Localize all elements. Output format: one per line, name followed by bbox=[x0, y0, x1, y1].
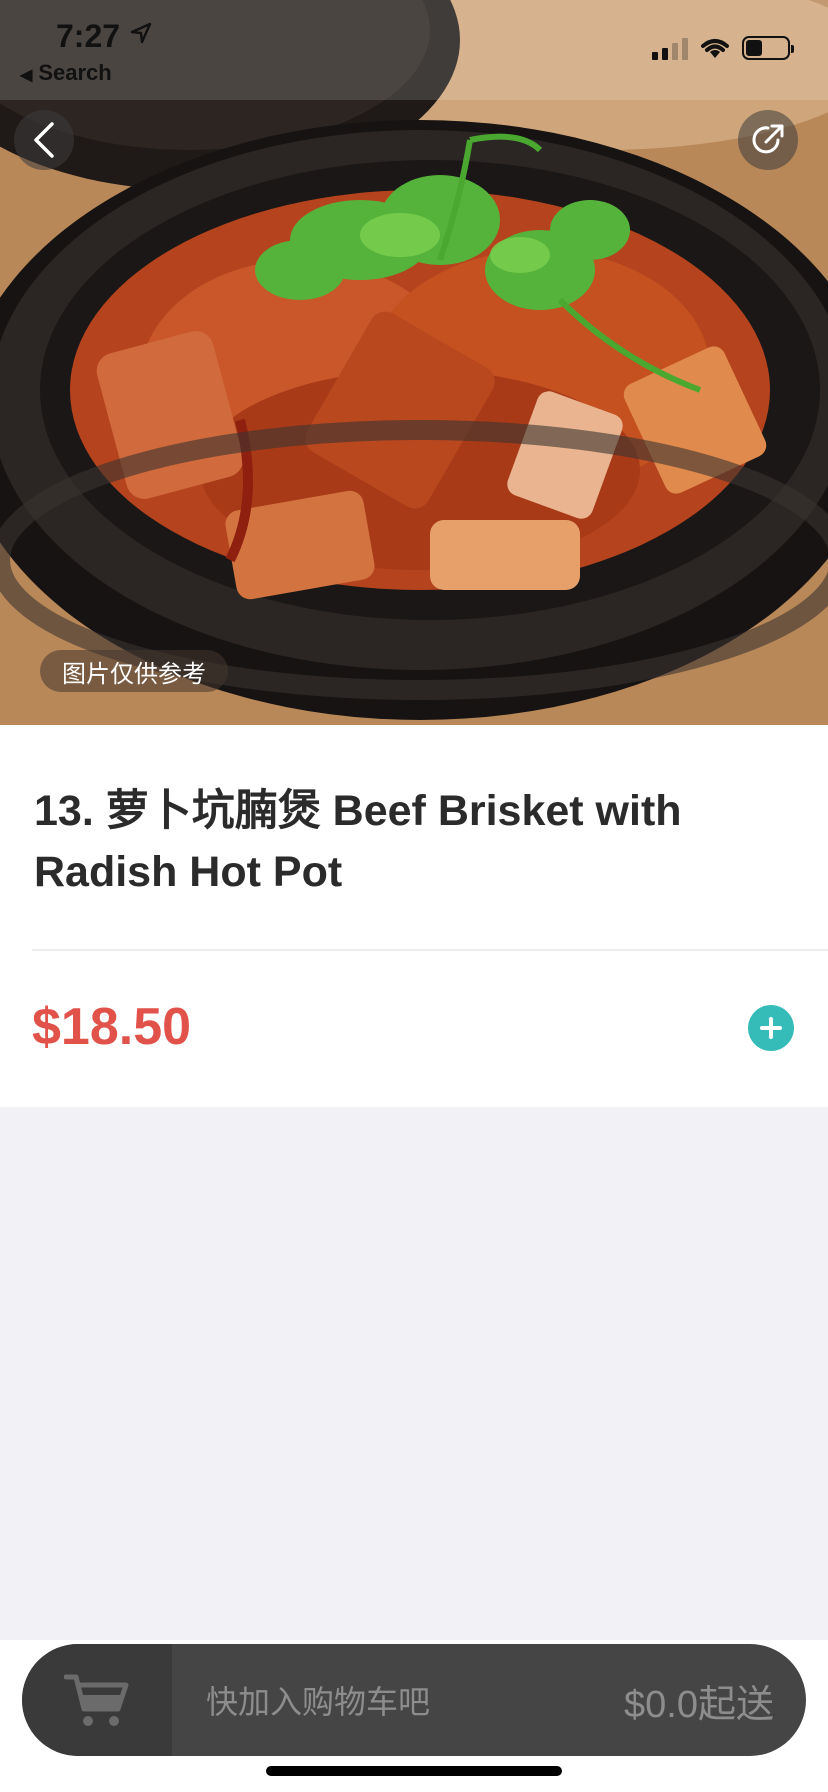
back-triangle-icon: ◀ bbox=[20, 67, 33, 84]
cellular-signal-icon bbox=[652, 38, 688, 60]
dish-illustration bbox=[0, 0, 828, 725]
back-app-label: Search bbox=[38, 60, 112, 85]
cart-bar[interactable]: 快加入购物车吧 $0.0起送 bbox=[22, 1644, 806, 1756]
cart-hint-text: 快加入购物车吧 bbox=[206, 1684, 431, 1720]
cart-minimum-order: $0.0起送 bbox=[624, 1683, 774, 1726]
chevron-left-icon bbox=[34, 122, 54, 158]
add-to-cart-button[interactable] bbox=[748, 1005, 794, 1051]
status-bar: 7:27 ◀ Search bbox=[0, 0, 828, 100]
item-title: 13. 萝卜坑腩煲 Beef Brisket with Radish Hot P… bbox=[34, 787, 682, 896]
cart-icon bbox=[64, 1674, 129, 1726]
back-to-app-link[interactable]: ◀ Search bbox=[20, 60, 112, 86]
battery-icon bbox=[742, 36, 794, 60]
dish-photo: 图片仅供参考 bbox=[0, 0, 828, 725]
location-arrow-icon bbox=[130, 22, 152, 44]
image-disclaimer-label: 图片仅供参考 bbox=[40, 650, 228, 692]
item-detail-card: 13. 萝卜坑腩煲 Beef Brisket with Radish Hot P… bbox=[0, 725, 828, 1107]
cart-button[interactable] bbox=[22, 1644, 172, 1756]
divider bbox=[32, 949, 828, 951]
home-indicator[interactable] bbox=[266, 1766, 562, 1776]
share-button[interactable] bbox=[738, 110, 798, 170]
plus-icon bbox=[760, 1017, 782, 1039]
item-price: $18.50 bbox=[32, 998, 192, 1056]
back-button[interactable] bbox=[14, 110, 74, 170]
status-time: 7:27 bbox=[56, 18, 121, 54]
wifi-icon bbox=[701, 39, 729, 58]
share-icon bbox=[752, 124, 784, 154]
